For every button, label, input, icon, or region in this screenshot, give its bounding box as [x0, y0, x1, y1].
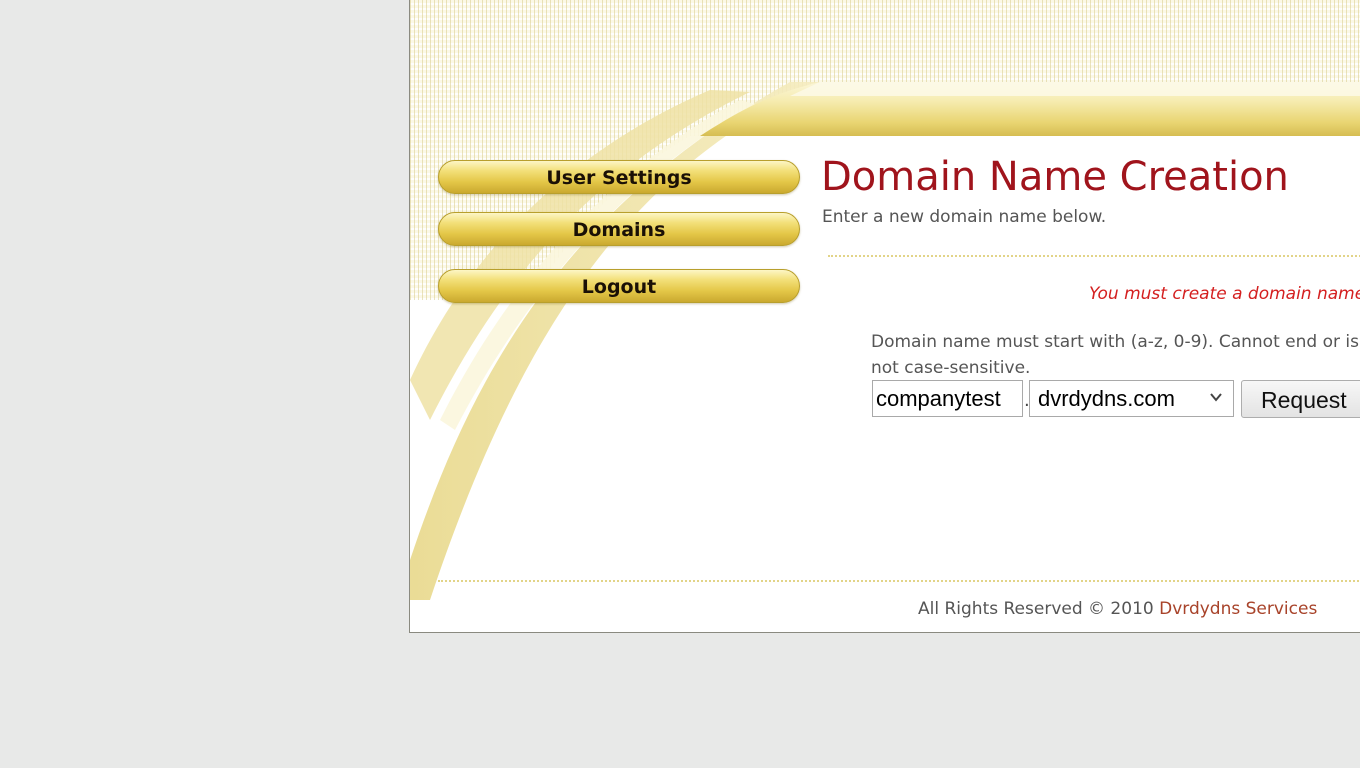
chevron-down-icon [1210, 393, 1222, 402]
domain-select-value: dvrdydns.com [1038, 386, 1175, 411]
divider-bottom [438, 580, 1360, 582]
nav-user-settings-button[interactable]: User Settings [438, 160, 800, 194]
decorative-swoosh [410, 82, 1360, 632]
footer-link[interactable]: Dvrdydns Services [1159, 599, 1317, 619]
nav-domains-button[interactable]: Domains [438, 212, 800, 246]
footer: All Rights Reserved © 2010 Dvrdydns Serv… [918, 599, 1317, 619]
footer-copyright: All Rights Reserved © 2010 [918, 599, 1160, 619]
page-title: Domain Name Creation [821, 154, 1289, 200]
error-message: You must create a domain name [1089, 284, 1360, 304]
domain-rules-text: Domain name must start with (a-z, 0-9). … [871, 332, 1359, 378]
page-frame: User Settings Domains Logout Domain Name… [409, 0, 1360, 633]
nav-logout-button[interactable]: Logout [438, 269, 800, 303]
request-button[interactable]: Request [1241, 380, 1360, 418]
domain-select[interactable]: dvrdydns.com [1029, 380, 1234, 417]
divider-top [828, 255, 1360, 257]
hostname-input[interactable] [872, 380, 1023, 417]
page-subtitle: Enter a new domain name below. [822, 207, 1107, 227]
